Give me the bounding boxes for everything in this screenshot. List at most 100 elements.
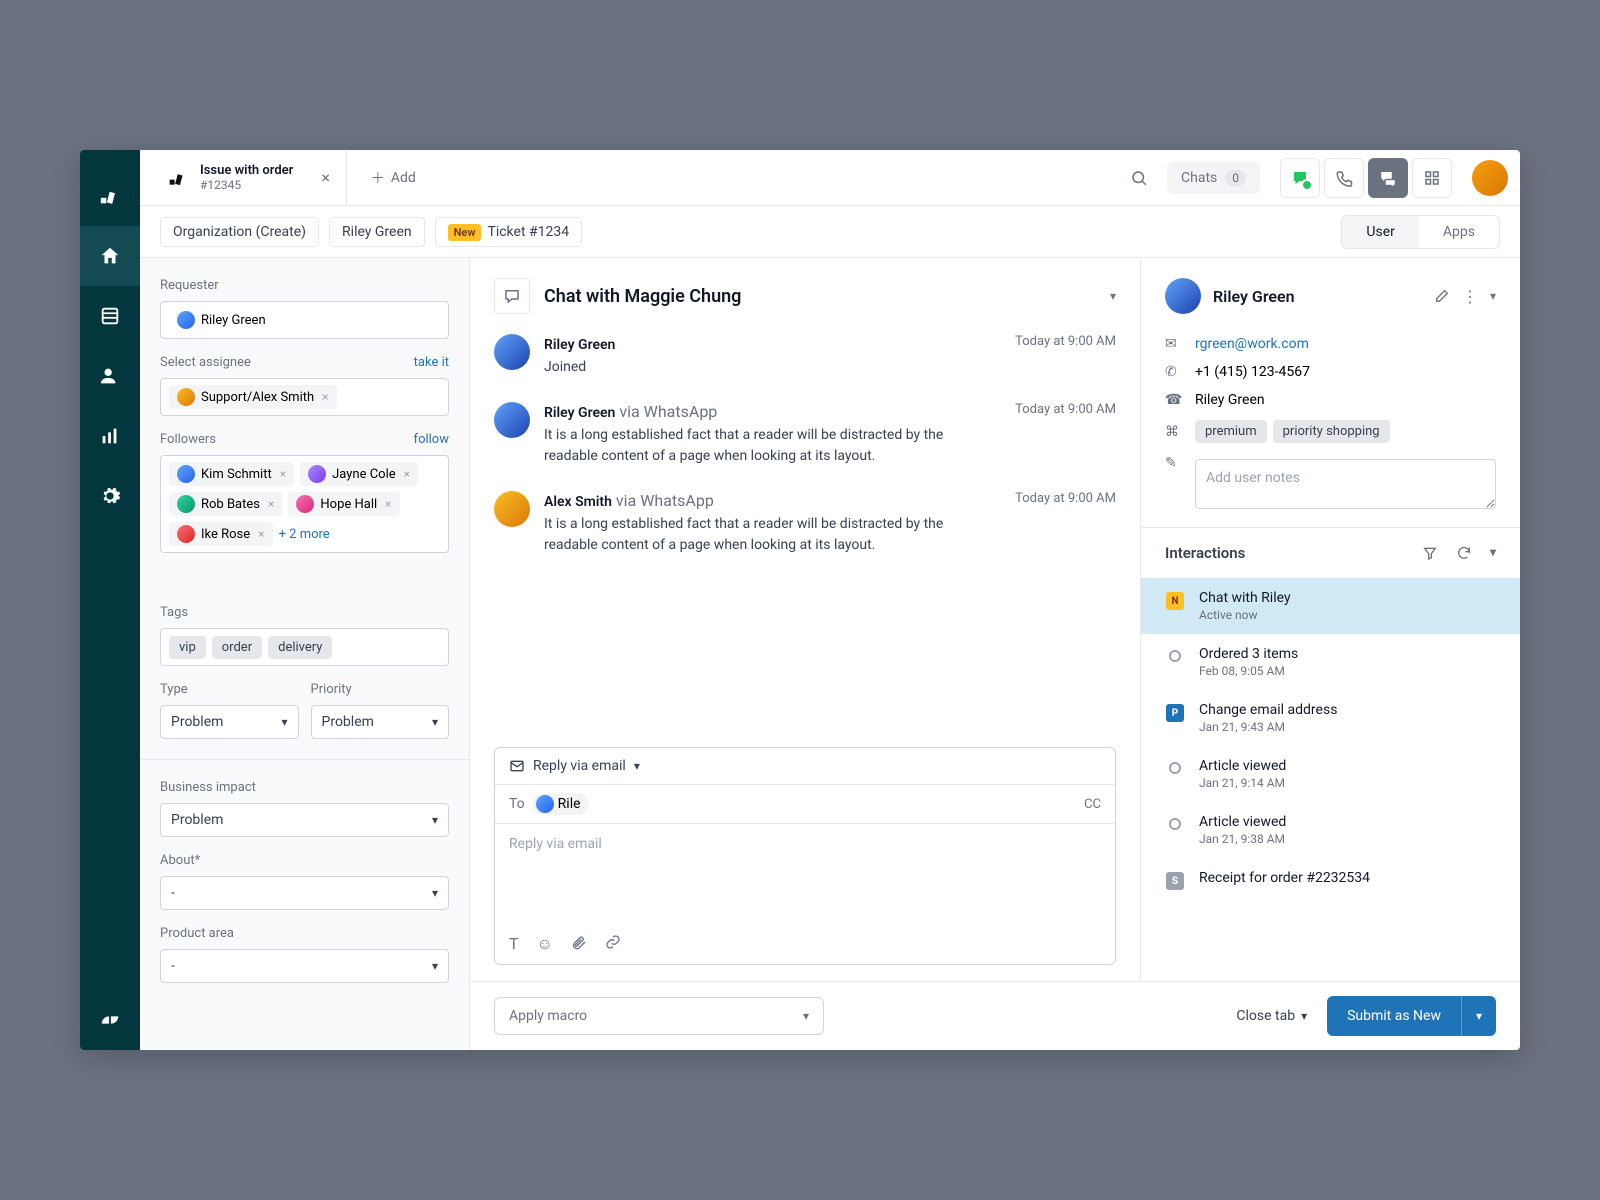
phone-icon[interactable] <box>1324 158 1364 198</box>
tags-field[interactable]: vip order delivery <box>160 628 449 666</box>
emoji-icon[interactable]: ☺ <box>537 934 553 954</box>
apply-macro-select[interactable]: Apply macro▾ <box>494 997 824 1035</box>
follower-name: Hope Hall <box>320 497 377 512</box>
timeline-title: Change email address <box>1199 702 1496 718</box>
conversation-title: Chat with Maggie Chung <box>544 286 1096 307</box>
submit-button[interactable]: Submit as New <box>1327 996 1461 1036</box>
close-tab-icon[interactable]: × <box>321 168 330 187</box>
requester-value: Riley Green <box>201 313 266 328</box>
type-select[interactable]: Problem▾ <box>160 705 299 739</box>
tag[interactable]: order <box>212 636 262 659</box>
link-icon[interactable] <box>605 934 621 954</box>
edit-icon[interactable] <box>1434 288 1450 304</box>
attachment-icon[interactable] <box>571 934 587 954</box>
remove-icon[interactable]: × <box>322 390 328 404</box>
workspace: Requester Riley Green Select assigneetak… <box>140 258 1520 1050</box>
search-icon[interactable] <box>1119 158 1159 198</box>
requester-field[interactable]: Riley Green <box>160 301 449 339</box>
refresh-icon[interactable] <box>1456 545 1472 561</box>
ticket-tab-icon <box>168 168 188 188</box>
followers-label: Followers <box>160 432 216 447</box>
avatar <box>177 465 195 483</box>
reply-mode-selector[interactable]: Reply via email ▾ <box>495 748 1115 785</box>
message-via: via WhatsApp <box>615 402 717 421</box>
status-badge: S <box>1166 872 1184 890</box>
crumb-ticket[interactable]: NewTicket #1234 <box>435 217 582 247</box>
text-format-icon[interactable]: T <box>509 934 519 954</box>
followers-more[interactable]: + 2 more <box>279 527 330 542</box>
profile-avatar[interactable] <box>1472 160 1508 196</box>
avatar <box>177 525 195 543</box>
apps-grid-icon[interactable] <box>1412 158 1452 198</box>
message: Alex Smith via WhatsAppToday at 9:00 AM … <box>494 491 1116 556</box>
remove-icon[interactable]: × <box>385 497 391 511</box>
timeline-item[interactable]: S Receipt for order #2232534 <box>1141 858 1520 902</box>
timeline-title: Article viewed <box>1199 814 1496 830</box>
conversations-icon[interactable] <box>1368 158 1408 198</box>
close-tab-button[interactable]: Close tab▾ <box>1236 1008 1307 1024</box>
timeline-item[interactable]: Article viewedJan 21, 9:14 AM <box>1141 746 1520 802</box>
chat-status-icon[interactable] <box>1280 158 1320 198</box>
type-label: Type <box>160 682 299 697</box>
avatar <box>308 465 326 483</box>
user-tag[interactable]: premium <box>1195 420 1267 443</box>
follower-name: Ike Rose <box>201 527 250 542</box>
timeline-item[interactable]: P Change email addressJan 21, 9:43 AM <box>1141 690 1520 746</box>
remove-icon[interactable]: × <box>258 527 264 541</box>
submit-options-button[interactable]: ▾ <box>1461 996 1496 1036</box>
home-icon[interactable] <box>80 226 140 286</box>
timeline-sub: Active now <box>1199 608 1496 622</box>
context-panel: Riley Green ⋮ ▾ ✉rgreen@work.com ✆+1 (41… <box>1140 258 1520 981</box>
chats-button[interactable]: Chats 0 <box>1167 162 1260 194</box>
chevron-down-icon[interactable]: ▾ <box>1490 289 1496 303</box>
chevron-down-icon[interactable]: ▾ <box>1110 289 1116 303</box>
add-tab-button[interactable]: ＋Add <box>355 158 432 198</box>
follow-link[interactable]: follow <box>414 432 449 447</box>
remove-icon[interactable]: × <box>268 497 274 511</box>
chevron-down-icon[interactable]: ▾ <box>1490 545 1496 561</box>
timeline-item[interactable]: Ordered 3 items Feb 08, 9:05 AM <box>1141 634 1520 690</box>
user-name: Riley Green <box>1213 287 1422 306</box>
timeline-item[interactable]: Article viewedJan 21, 9:38 AM <box>1141 802 1520 858</box>
followers-field[interactable]: Kim Schmitt× Jayne Cole× Rob Bates× Hope… <box>160 455 449 553</box>
reply-textarea[interactable]: Reply via email <box>495 824 1115 924</box>
user-phone: +1 (415) 123-4567 <box>1195 364 1310 380</box>
zendesk-icon[interactable] <box>80 990 140 1050</box>
ticket-tab[interactable]: Issue with order #12345 × <box>152 150 347 205</box>
priority-select[interactable]: Problem▾ <box>311 705 450 739</box>
customers-icon[interactable] <box>80 346 140 406</box>
take-it-link[interactable]: take it <box>414 355 449 370</box>
assignee-field[interactable]: Support/Alex Smith× <box>160 378 449 416</box>
toggle-user[interactable]: User <box>1342 216 1418 248</box>
toggle-apps[interactable]: Apps <box>1419 216 1499 248</box>
remove-icon[interactable]: × <box>280 467 286 481</box>
user-tag[interactable]: priority shopping <box>1273 420 1390 443</box>
about-select[interactable]: -▾ <box>160 876 449 910</box>
product-area-select[interactable]: -▾ <box>160 949 449 983</box>
timeline-item[interactable]: N Chat with RileyActive now <box>1141 578 1520 634</box>
user-notes-textarea[interactable]: Add user notes <box>1195 459 1496 509</box>
crumb-organization[interactable]: Organization (Create) <box>160 217 319 247</box>
crumb-requester[interactable]: Riley Green <box>329 217 425 247</box>
tag[interactable]: vip <box>169 636 206 659</box>
business-impact-select[interactable]: Problem▾ <box>160 803 449 837</box>
brand-icon[interactable] <box>80 166 140 226</box>
more-icon[interactable]: ⋮ <box>1462 287 1478 306</box>
avatar <box>536 795 554 813</box>
cc-button[interactable]: CC <box>1084 797 1101 812</box>
filter-icon[interactable] <box>1422 545 1438 561</box>
user-display-name: Riley Green <box>1195 392 1265 408</box>
recipient-chip[interactable]: Rile <box>533 793 589 815</box>
remove-icon[interactable]: × <box>404 467 410 481</box>
avatar <box>494 491 530 527</box>
admin-icon[interactable] <box>80 466 140 526</box>
chevron-down-icon: ▾ <box>1476 1009 1482 1023</box>
timeline-dot <box>1169 818 1181 830</box>
chevron-down-icon: ▾ <box>281 715 287 729</box>
reporting-icon[interactable] <box>80 406 140 466</box>
views-icon[interactable] <box>80 286 140 346</box>
timeline-title: Ordered 3 items <box>1199 646 1496 662</box>
timeline-sub: Feb 08, 9:05 AM <box>1199 664 1496 678</box>
tag[interactable]: delivery <box>268 636 332 659</box>
user-email[interactable]: rgreen@work.com <box>1195 336 1309 352</box>
